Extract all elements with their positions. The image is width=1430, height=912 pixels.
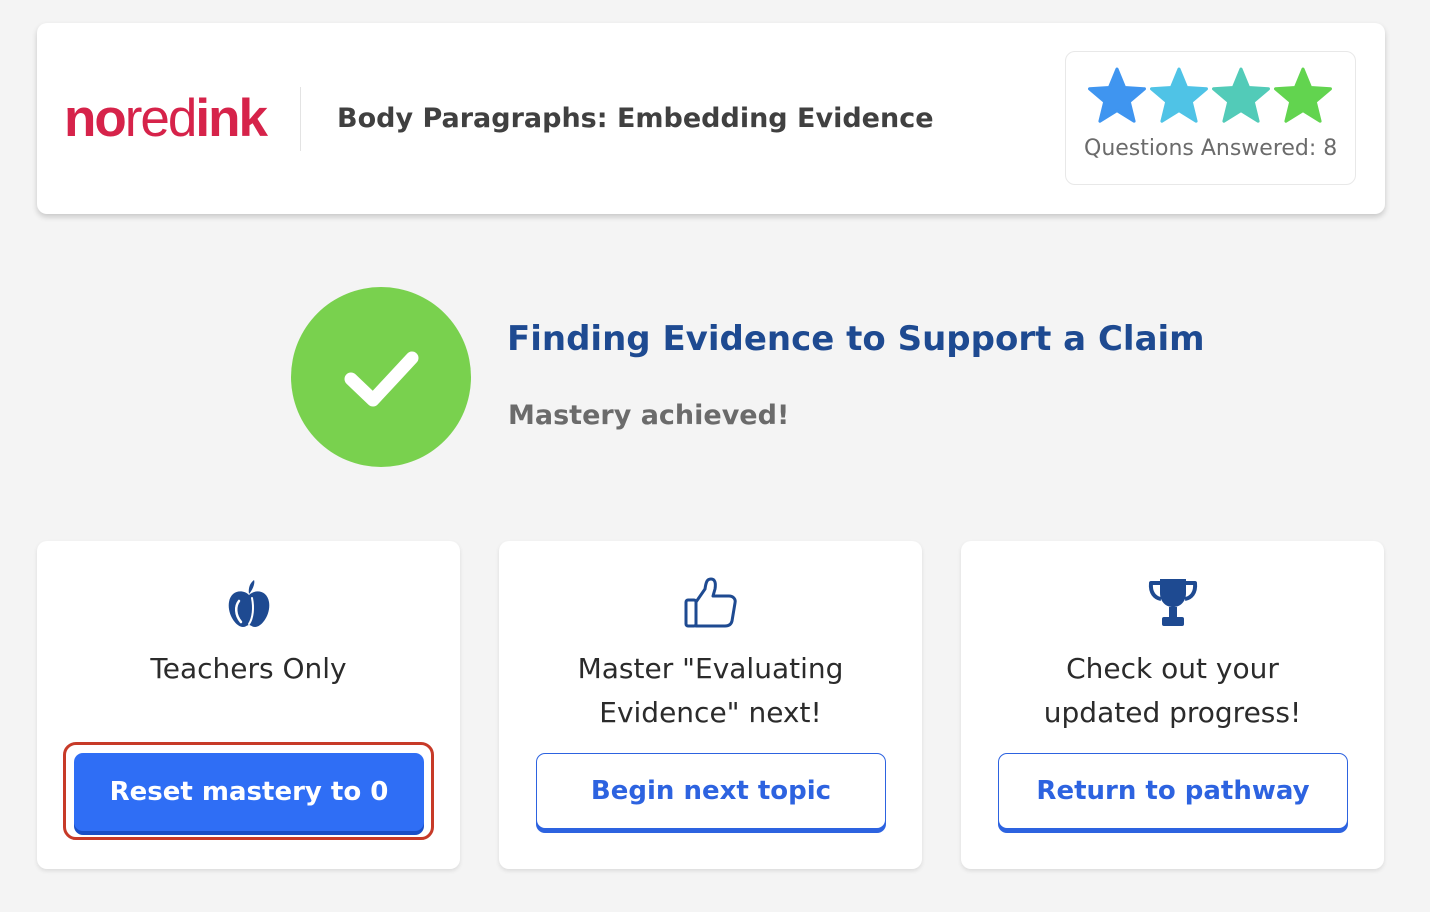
topic-title: Finding Evidence to Support a Claim [507, 319, 1205, 359]
apple-icon [228, 580, 269, 627]
logo-part-no: no [64, 89, 127, 148]
next-topic-card: Master "Evaluating Evidence" next! Begin… [499, 541, 922, 869]
trophy-icon [1148, 579, 1197, 626]
star-icon [1274, 67, 1332, 123]
assignment-title: Body Paragraphs: Embedding Evidence [337, 103, 934, 134]
questions-answered-count: Questions Answered: 8 [1084, 136, 1338, 161]
teachers-only-card: Teachers Only Reset mastery to 0 [37, 541, 460, 869]
mastery-check-badge [291, 287, 471, 467]
noredink-logo[interactable]: noredink [64, 89, 268, 149]
progress-box: Questions Answered: 8 [1065, 51, 1356, 185]
star-icon [1212, 67, 1270, 123]
progress-card: Check out your updated progress! Return … [961, 541, 1384, 869]
checkmark-icon [344, 351, 419, 407]
reset-mastery-button[interactable]: Reset mastery to 0 [74, 753, 424, 831]
card-text: Teachers Only [150, 652, 347, 685]
logo-part-ink: ink [195, 89, 268, 148]
star-icon [1088, 67, 1146, 123]
card-text: Master "Evaluating Evidence" next! [577, 652, 844, 729]
header-divider [300, 87, 301, 151]
card-text: Check out your updated progress! [1043, 652, 1302, 729]
star-rating [1088, 67, 1332, 125]
thumbs-up-icon [684, 577, 737, 628]
return-to-pathway-button[interactable]: Return to pathway [998, 753, 1348, 829]
begin-next-topic-button[interactable]: Begin next topic [536, 753, 886, 829]
logo-part-red: red [124, 89, 198, 148]
mastery-status: Mastery achieved! [508, 400, 790, 431]
star-icon [1150, 67, 1208, 123]
header-card: noredink Body Paragraphs: Embedding Evid… [37, 23, 1385, 214]
